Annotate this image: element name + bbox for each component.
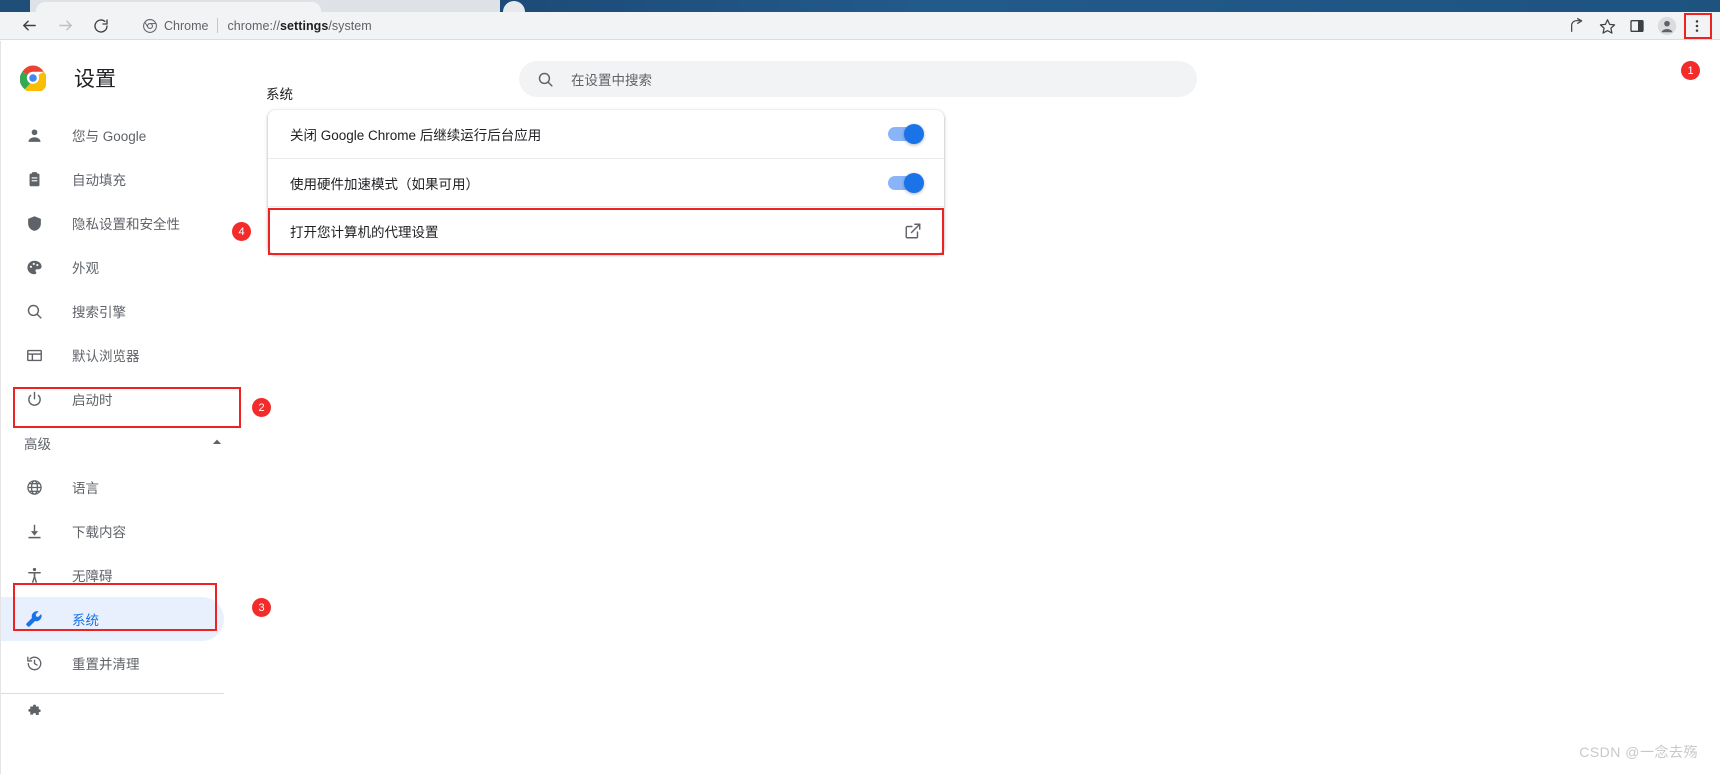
- shield-icon: [24, 213, 44, 233]
- sidebar-item-privacy-security[interactable]: 隐私设置和安全性: [0, 201, 252, 245]
- profile-avatar-icon[interactable]: [1652, 13, 1682, 39]
- address-bar[interactable]: Chrome chrome://settings/system: [130, 12, 1600, 39]
- proxy-settings-row[interactable]: 打开您计算机的代理设置: [268, 206, 944, 254]
- sidebar-item-on-startup[interactable]: 启动时: [0, 377, 252, 421]
- toggle-knob: [904, 172, 924, 193]
- page-left-border: [0, 41, 1, 774]
- search-icon: [24, 301, 44, 321]
- sidebar-item-appearance[interactable]: 外观: [0, 245, 252, 289]
- bookmark-star-icon[interactable]: [1592, 13, 1622, 39]
- sidebar-item-downloads[interactable]: 下载内容: [0, 509, 252, 553]
- share-icon[interactable]: [1562, 13, 1592, 39]
- clipboard-icon: [24, 169, 44, 189]
- sidebar-divider: [0, 693, 224, 694]
- row-label: 打开您计算机的代理设置: [290, 224, 439, 240]
- url-prefix: chrome://: [227, 18, 281, 33]
- search-input[interactable]: 在设置中搜索: [519, 61, 1197, 97]
- person-icon: [24, 125, 44, 145]
- sidebar-item-label: 重置并清理: [72, 657, 140, 672]
- sidebar-item-label: 语言: [72, 481, 99, 496]
- sidebar-item-label: 您与 Google: [72, 129, 147, 144]
- omnibox-url: chrome://settings/system: [227, 19, 371, 33]
- tab-strip: [0, 0, 1720, 14]
- row-label: 关闭 Google Chrome 后继续运行后台应用: [290, 128, 542, 143]
- three-dot-menu-icon[interactable]: [1682, 13, 1712, 39]
- sidebar-item-system[interactable]: 系统: [0, 597, 224, 641]
- power-icon: [24, 389, 44, 409]
- sidebar-item-extensions[interactable]: [0, 702, 252, 722]
- search-icon: [537, 71, 554, 88]
- chevron-up-icon: [210, 435, 226, 451]
- palette-icon: [24, 257, 44, 277]
- background-apps-row[interactable]: 关闭 Google Chrome 后继续运行后台应用: [268, 110, 944, 158]
- sidebar-item-reset-cleanup[interactable]: 重置并清理: [0, 641, 252, 685]
- forward-arrow-icon: [57, 17, 74, 34]
- sidebar-item-accessibility[interactable]: 无障碍: [0, 553, 252, 597]
- sidebar-item-label: 搜索引擎: [72, 305, 126, 320]
- puzzle-icon: [24, 702, 44, 722]
- background-apps-toggle[interactable]: [888, 124, 924, 144]
- back-button[interactable]: [12, 13, 46, 39]
- omnibox-separator: [217, 18, 219, 33]
- url-bold-segment: settings: [280, 18, 329, 33]
- search-placeholder: 在设置中搜索: [571, 73, 652, 88]
- sidebar-item-search-engine[interactable]: 搜索引擎: [0, 289, 252, 333]
- advanced-label: 高级: [24, 437, 51, 452]
- reload-button[interactable]: [84, 13, 118, 39]
- sidebar-item-languages[interactable]: 语言: [0, 465, 252, 509]
- reload-icon: [93, 18, 109, 34]
- sidebar-item-label: 下载内容: [72, 525, 126, 540]
- restore-icon: [24, 653, 44, 673]
- download-icon: [24, 521, 44, 541]
- advanced-row[interactable]: 高级: [0, 421, 252, 465]
- page-title: 设置: [74, 68, 116, 91]
- chrome-logo-icon: [19, 65, 48, 94]
- globe-icon: [24, 477, 44, 497]
- row-label: 使用硬件加速模式（如果可用）: [290, 176, 479, 192]
- navigation-buttons: [0, 13, 118, 39]
- hardware-acceleration-toggle[interactable]: [888, 172, 924, 193]
- omnibox-site-label: Chrome: [164, 18, 209, 33]
- forward-button[interactable]: [48, 13, 82, 39]
- tab-strip-left-edge: [0, 0, 30, 12]
- toggle-knob: [904, 124, 924, 144]
- annotation-badge-4: 4: [232, 222, 251, 241]
- sidebar-item-autofill[interactable]: 自动填充: [0, 157, 252, 201]
- toolbar-right-icons: [1562, 12, 1720, 40]
- sidebar-item-label: 隐私设置和安全性: [72, 217, 180, 232]
- sidebar-item-label: 自动填充: [72, 173, 126, 188]
- settings-header: 设置: [0, 53, 116, 103]
- section-title-system: 系统: [266, 87, 293, 102]
- chrome-logo-icon: [142, 18, 157, 33]
- annotation-badge-3: 3: [252, 598, 271, 617]
- browser-toolbar: Chrome chrome://settings/system: [0, 12, 1720, 40]
- sidebar-item-label: 无障碍: [72, 569, 113, 584]
- tab-strip-background: [500, 0, 1720, 12]
- watermark: CSDN @一念去殇: [1579, 744, 1698, 760]
- sidebar-item-label: 外观: [72, 261, 99, 276]
- accessibility-icon: [24, 565, 44, 585]
- external-link-icon[interactable]: [904, 222, 922, 240]
- settings-page: 设置 在设置中搜索 您与 Google 自动填充 隐私设置和安全性 外观 搜索引…: [0, 41, 1720, 774]
- sidebar-item-label: 系统: [72, 613, 99, 628]
- wrench-icon: [24, 609, 44, 629]
- sidebar-item-label: 默认浏览器: [72, 349, 140, 364]
- side-panel-icon[interactable]: [1622, 13, 1652, 39]
- back-arrow-icon: [21, 17, 38, 34]
- sidebar-item-label: 启动时: [72, 393, 113, 408]
- url-suffix: /system: [328, 18, 372, 33]
- browser-window-icon: [24, 345, 44, 365]
- annotation-badge-1: 1: [1681, 61, 1700, 80]
- hardware-acceleration-row[interactable]: 使用硬件加速模式（如果可用）: [268, 158, 944, 206]
- system-settings-card: 关闭 Google Chrome 后继续运行后台应用 使用硬件加速模式（如果可用…: [268, 110, 944, 254]
- sidebar-item-you-and-google[interactable]: 您与 Google: [0, 113, 252, 157]
- sidebar-item-default-browser[interactable]: 默认浏览器: [0, 333, 252, 377]
- annotation-badge-2: 2: [252, 398, 271, 417]
- settings-sidebar: 您与 Google 自动填充 隐私设置和安全性 外观 搜索引擎 默认浏览器 启动…: [0, 113, 252, 774]
